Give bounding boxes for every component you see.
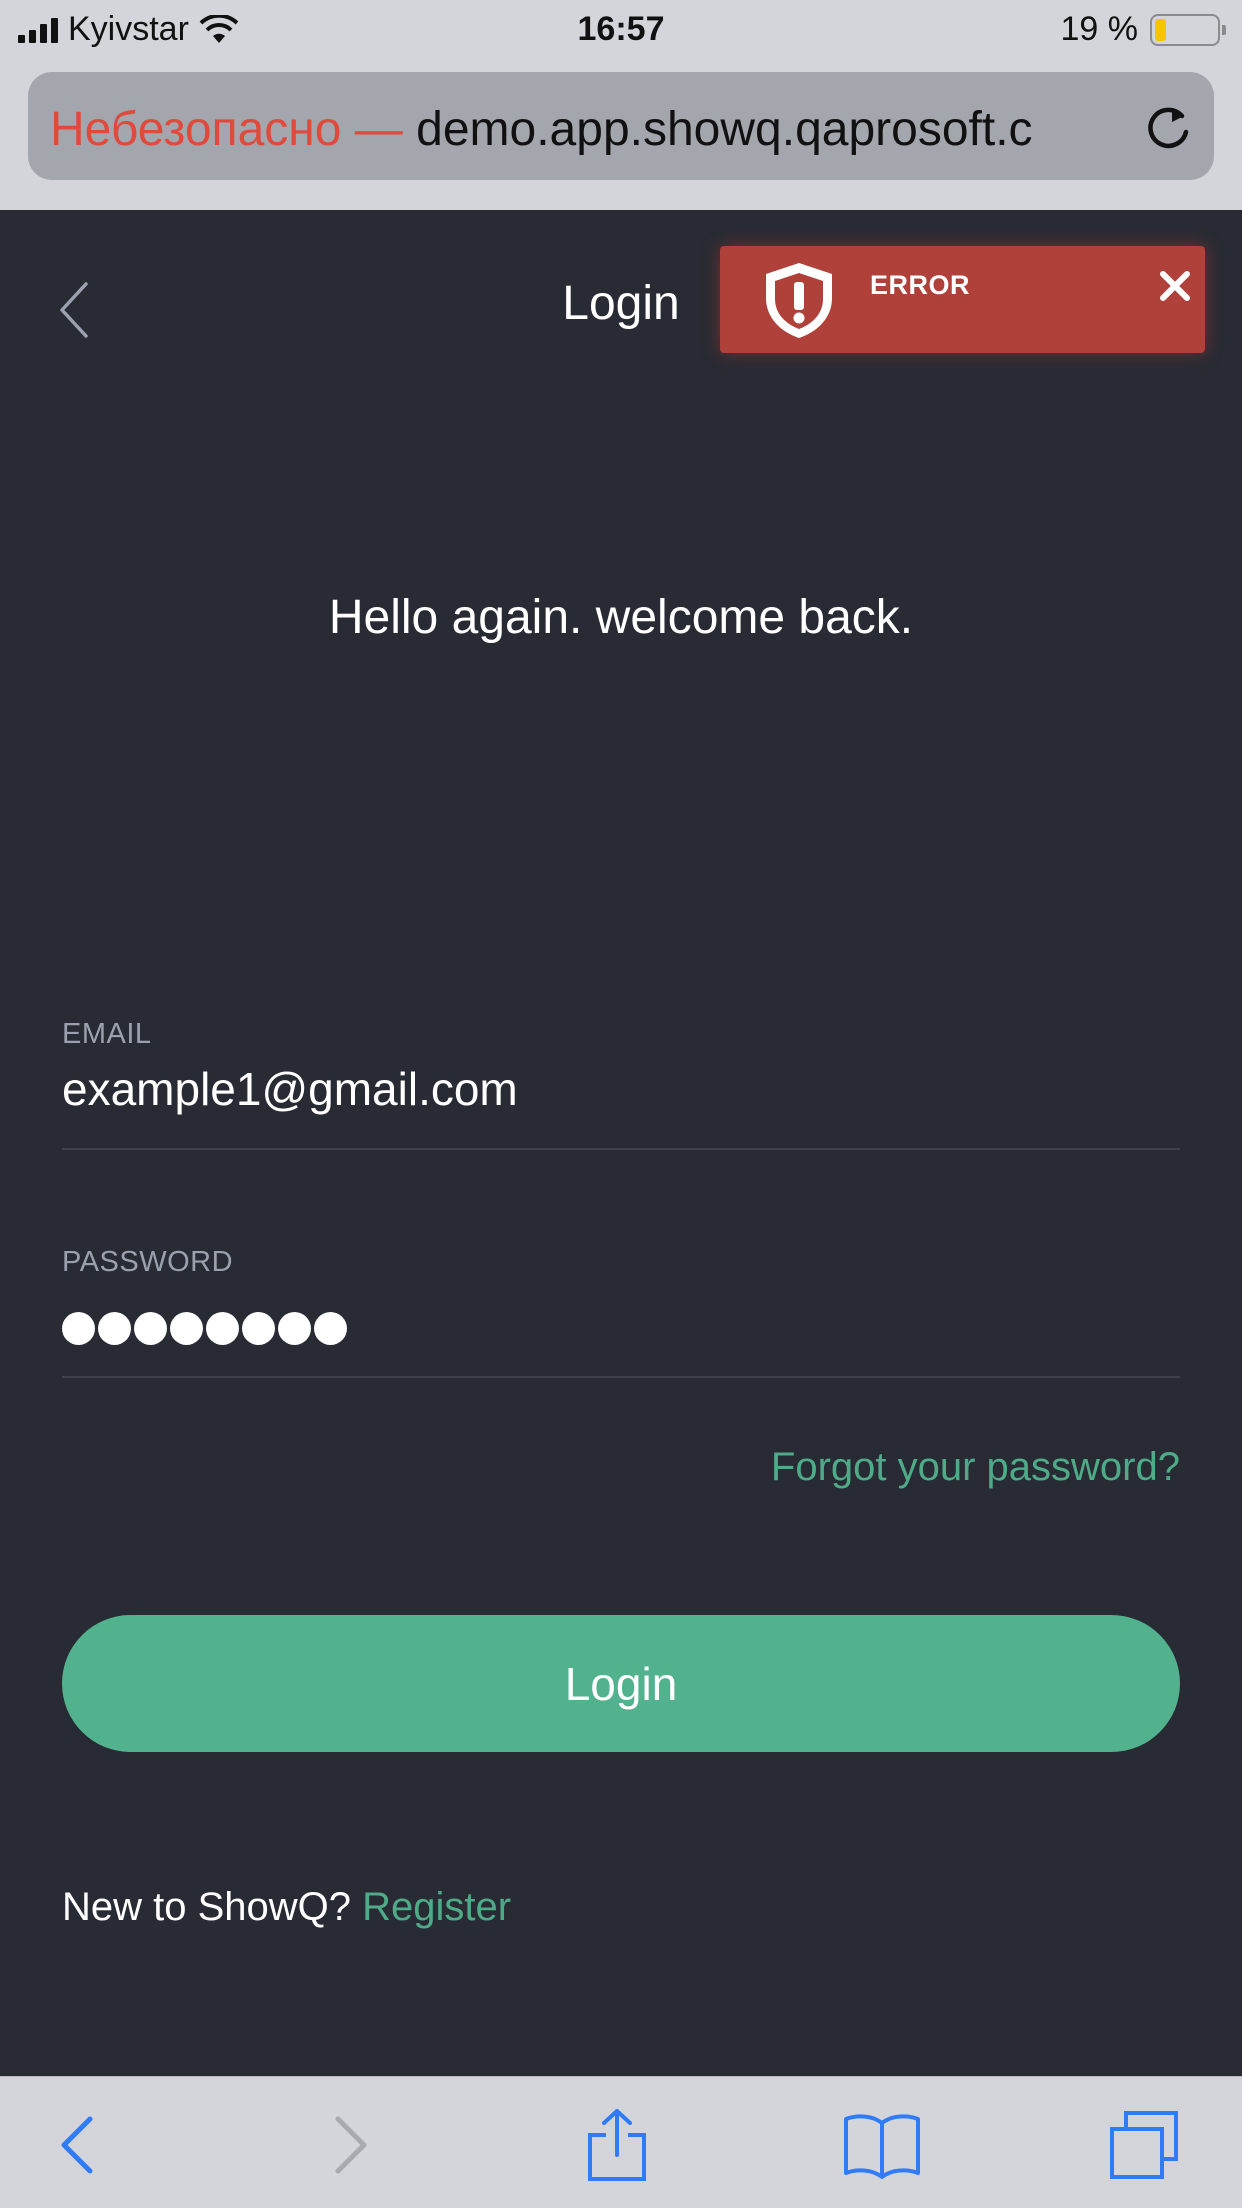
password-dot: [134, 1312, 167, 1345]
forward-icon[interactable]: [326, 2107, 376, 2183]
share-icon[interactable]: [584, 2107, 650, 2183]
close-icon[interactable]: [1155, 266, 1195, 306]
register-link[interactable]: Register: [362, 1885, 511, 1929]
login-screen: Login ERROR Hello again. welcome back. E…: [0, 210, 1242, 2076]
battery-info: 19 %: [1060, 10, 1226, 49]
battery-percent: 19 %: [1060, 10, 1139, 48]
register-prompt: New to ShowQ? Register: [62, 1885, 511, 1930]
battery-fill: [1155, 18, 1166, 41]
url-security-warning: Небезопасно —: [50, 103, 403, 156]
password-dot: [278, 1312, 311, 1345]
url-text[interactable]: Небезопасно — demo.app.showq.qaprosoft.c: [50, 102, 1110, 158]
tabs-icon[interactable]: [1106, 2107, 1182, 2183]
password-label: PASSWORD: [62, 1246, 234, 1278]
password-dot: [170, 1312, 203, 1345]
back-icon[interactable]: [52, 2107, 102, 2183]
url-host: demo.app.showq.qaprosoft.c: [402, 103, 1033, 156]
email-label: EMAIL: [62, 1018, 152, 1050]
password-dot: [314, 1312, 347, 1345]
login-button[interactable]: Login: [62, 1615, 1180, 1752]
password-dot: [206, 1312, 239, 1345]
password-dot: [98, 1312, 131, 1345]
password-underline: [62, 1376, 1180, 1378]
error-toast[interactable]: ERROR: [720, 246, 1205, 353]
bookmarks-icon[interactable]: [842, 2107, 922, 2183]
browser-chrome: Небезопасно — demo.app.showq.qaprosoft.c: [0, 62, 1242, 210]
password-field[interactable]: [62, 1312, 347, 1345]
welcome-heading: Hello again. welcome back.: [328, 591, 914, 644]
email-field[interactable]: example1@gmail.com: [62, 1062, 518, 1116]
error-title: ERROR: [870, 270, 971, 300]
status-time: 16:57: [577, 10, 665, 48]
url-fade: [1068, 72, 1128, 180]
shield-exclamation-icon: [766, 263, 832, 338]
new-to-showq-text: New to ShowQ?: [62, 1885, 363, 1929]
email-underline: [62, 1148, 1180, 1150]
password-dot: [62, 1312, 95, 1345]
status-bar: Kyivstar 16:57 19 %: [0, 0, 1242, 62]
url-bar[interactable]: Небезопасно — demo.app.showq.qaprosoft.c: [28, 72, 1214, 180]
password-dot: [242, 1312, 275, 1345]
battery-icon: [1150, 13, 1226, 46]
reload-icon[interactable]: [1142, 102, 1194, 154]
forgot-password-link[interactable]: Forgot your password?: [771, 1445, 1180, 1490]
browser-toolbar: [0, 2076, 1242, 2208]
